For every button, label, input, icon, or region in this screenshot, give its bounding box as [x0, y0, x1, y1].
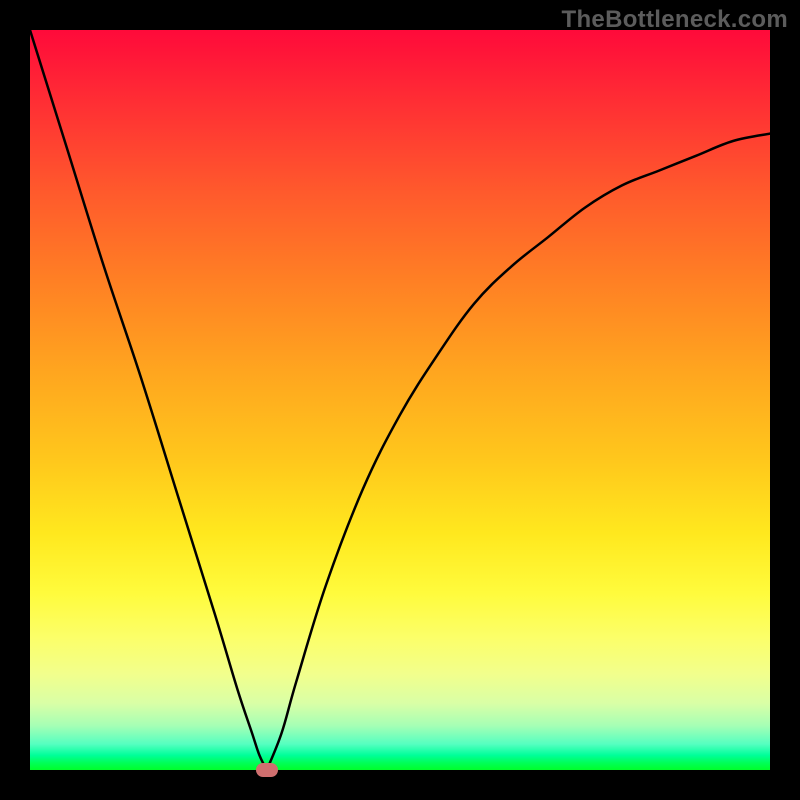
curve-left-branch [30, 30, 267, 770]
curve-layer [30, 30, 770, 770]
curve-right-branch [267, 134, 770, 770]
chart-container: TheBottleneck.com [0, 0, 800, 800]
plot-area [30, 30, 770, 770]
watermark-text: TheBottleneck.com [562, 6, 788, 34]
minimum-marker [256, 763, 278, 777]
